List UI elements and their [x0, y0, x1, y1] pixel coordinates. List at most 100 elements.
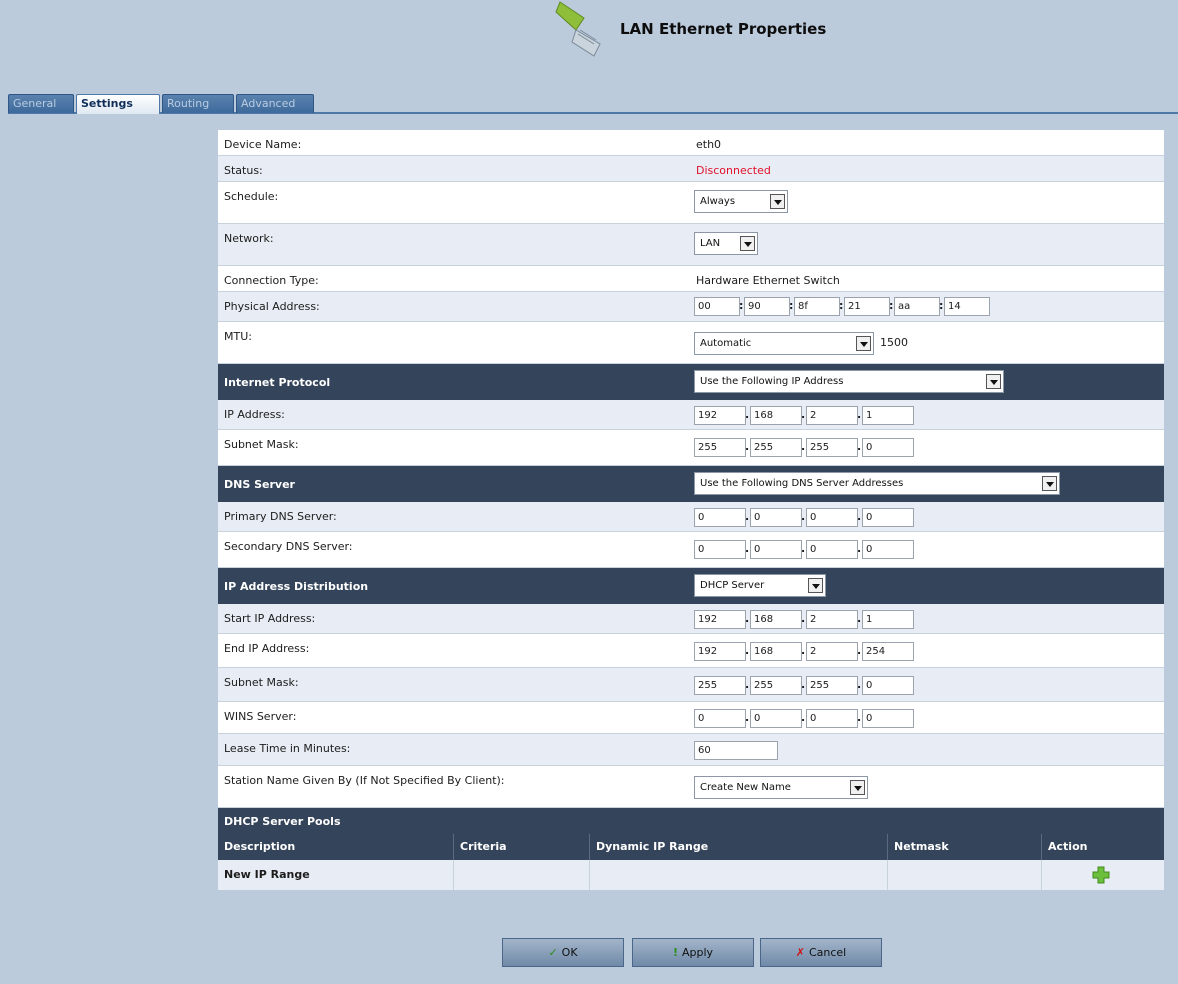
end-ip-octet-1[interactable]: 192	[694, 642, 746, 661]
end-ip-octet-3[interactable]: 2	[806, 642, 858, 661]
secondary-dns-octet-4[interactable]: 0	[862, 540, 914, 559]
pool-range-cell	[590, 860, 888, 890]
apply-button[interactable]: ! Apply	[632, 938, 754, 967]
settings-panel: Device Name: eth0 Status: Disconnected S…	[218, 130, 1164, 890]
end-ip-octet-4[interactable]: 254	[862, 642, 914, 661]
device-name-value: eth0	[696, 138, 722, 151]
octet-separator: .	[801, 408, 806, 421]
subnet-mask-row: Subnet Mask: 255 255 255 0 ...	[218, 430, 1164, 466]
internet-protocol-header: Internet Protocol Use the Following IP A…	[218, 364, 1164, 400]
primary-dns-octet-1[interactable]: 0	[694, 508, 746, 527]
lease-time-input[interactable]: 60	[694, 741, 778, 760]
start-ip-octet-4[interactable]: 1	[862, 610, 914, 629]
mac-octet-4[interactable]: 21	[844, 297, 890, 316]
mask-octet-4[interactable]: 0	[862, 438, 914, 457]
ip-octet-1[interactable]: 192	[694, 406, 746, 425]
octet-separator: .	[745, 644, 750, 657]
column-header-netmask: Netmask	[888, 834, 1042, 860]
column-header-dynamic-ip-range: Dynamic IP Range	[590, 834, 888, 860]
octet-separator: :	[889, 299, 894, 312]
tab-routing[interactable]: Routing	[162, 94, 234, 113]
network-label: Network:	[224, 232, 274, 245]
physical-address-label: Physical Address:	[224, 300, 320, 313]
pool-netmask-cell	[888, 860, 1042, 890]
station-name-select[interactable]: Create New Name	[694, 776, 868, 799]
secondary-dns-octet-3[interactable]: 0	[806, 540, 858, 559]
station-name-row: Station Name Given By (If Not Specified …	[218, 766, 1164, 808]
checkmark-icon: ✓	[548, 946, 558, 959]
cancel-button[interactable]: ✗ Cancel	[760, 938, 882, 967]
ip-address-row: IP Address: 192 168 2 1 ...	[218, 400, 1164, 430]
dhcp-pools-header: DHCP Server Pools	[218, 808, 1164, 834]
primary-dns-octet-3[interactable]: 0	[806, 508, 858, 527]
column-header-description: Description	[218, 834, 454, 860]
mac-octet-2[interactable]: 90	[744, 297, 790, 316]
mask-octet-2[interactable]: 255	[750, 438, 802, 457]
schedule-select[interactable]: Always	[694, 190, 788, 213]
internet-protocol-select-value: Use the Following IP Address	[700, 376, 844, 387]
pool-action-cell	[1042, 860, 1164, 890]
secondary-dns-octet-2[interactable]: 0	[750, 540, 802, 559]
octet-separator: :	[939, 299, 944, 312]
octet-separator: .	[745, 711, 750, 724]
dns-server-header: DNS Server Use the Following DNS Server …	[218, 466, 1164, 502]
start-ip-row: Start IP Address: 192 168 2 1 ...	[218, 604, 1164, 634]
dist-mask-octet-2[interactable]: 255	[750, 676, 802, 695]
dist-mask-octet-4[interactable]: 0	[862, 676, 914, 695]
dhcp-pools-table: Description Criteria Dynamic IP Range Ne…	[218, 834, 1164, 890]
primary-dns-octet-4[interactable]: 0	[862, 508, 914, 527]
connection-type-value: Hardware Ethernet Switch	[696, 274, 840, 287]
ip-octet-4[interactable]: 1	[862, 406, 914, 425]
mask-octet-3[interactable]: 255	[806, 438, 858, 457]
dist-subnet-mask-row: Subnet Mask: 255 255 255 0 ...	[218, 668, 1164, 702]
device-name-row: Device Name: eth0	[218, 130, 1164, 156]
start-ip-octet-1[interactable]: 192	[694, 610, 746, 629]
primary-dns-octet-2[interactable]: 0	[750, 508, 802, 527]
ok-button[interactable]: ✓ OK	[502, 938, 624, 967]
dist-mask-octet-1[interactable]: 255	[694, 676, 746, 695]
octet-separator: .	[801, 644, 806, 657]
start-ip-label: Start IP Address:	[224, 612, 316, 625]
network-select[interactable]: LAN	[694, 232, 758, 255]
wins-octet-2[interactable]: 0	[750, 709, 802, 728]
tab-settings[interactable]: Settings	[76, 94, 160, 114]
mac-octet-5[interactable]: aa	[894, 297, 940, 316]
connection-type-row: Connection Type: Hardware Ethernet Switc…	[218, 266, 1164, 292]
wins-octet-1[interactable]: 0	[694, 709, 746, 728]
network-select-value: LAN	[700, 238, 721, 249]
end-ip-row: End IP Address: 192 168 2 254 ...	[218, 634, 1164, 668]
start-ip-octet-3[interactable]: 2	[806, 610, 858, 629]
ethernet-cable-icon	[555, 1, 601, 57]
pool-description-cell[interactable]: New IP Range	[218, 860, 454, 890]
internet-protocol-select[interactable]: Use the Following IP Address	[694, 370, 1004, 393]
ip-distribution-select[interactable]: DHCP Server	[694, 574, 826, 597]
dist-mask-octet-3[interactable]: 255	[806, 676, 858, 695]
action-buttons: ✓ OK ! Apply ✗ Cancel	[0, 938, 1178, 968]
dns-server-select[interactable]: Use the Following DNS Server Addresses	[694, 472, 1060, 495]
end-ip-octet-2[interactable]: 168	[750, 642, 802, 661]
mask-octet-1[interactable]: 255	[694, 438, 746, 457]
mtu-select[interactable]: Automatic	[694, 332, 874, 355]
ip-octet-2[interactable]: 168	[750, 406, 802, 425]
status-row: Status: Disconnected	[218, 156, 1164, 182]
add-plus-icon[interactable]	[1092, 866, 1110, 884]
secondary-dns-octet-1[interactable]: 0	[694, 540, 746, 559]
page-title: LAN Ethernet Properties	[620, 20, 827, 38]
tab-general[interactable]: General	[8, 94, 74, 113]
ip-distribution-title: IP Address Distribution	[224, 580, 369, 593]
ip-octet-3[interactable]: 2	[806, 406, 858, 425]
octet-separator: .	[801, 612, 806, 625]
mac-octet-3[interactable]: 8f	[794, 297, 840, 316]
mac-octet-6[interactable]: 14	[944, 297, 990, 316]
octet-separator: .	[857, 408, 862, 421]
wins-octet-4[interactable]: 0	[862, 709, 914, 728]
dist-subnet-mask-label: Subnet Mask:	[224, 676, 299, 689]
mac-octet-1[interactable]: 00	[694, 297, 740, 316]
start-ip-octet-2[interactable]: 168	[750, 610, 802, 629]
chevron-down-icon	[808, 578, 823, 593]
tab-advanced[interactable]: Advanced	[236, 94, 314, 113]
wins-octet-3[interactable]: 0	[806, 709, 858, 728]
octet-separator: .	[857, 678, 862, 691]
page-header: LAN Ethernet Properties	[8, 0, 1178, 92]
octet-separator: .	[745, 408, 750, 421]
